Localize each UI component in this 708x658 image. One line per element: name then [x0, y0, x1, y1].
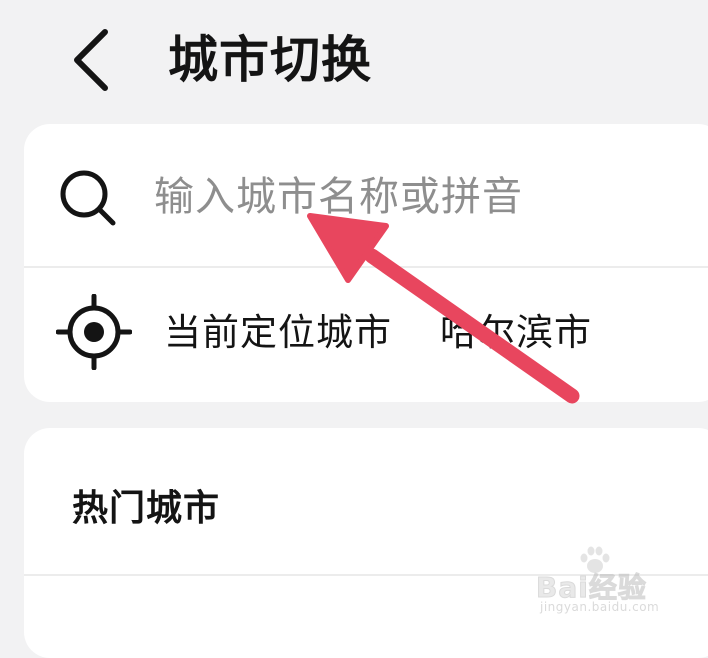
watermark-url: jingyan.baidu.com — [540, 600, 660, 614]
current-location-label: 当前定位城市 — [164, 311, 392, 354]
chevron-left-icon — [74, 29, 108, 91]
page-title: 城市切换 — [168, 31, 372, 89]
hot-cities-card: 热门城市 — [24, 428, 708, 658]
locate-icon — [56, 294, 132, 370]
watermark: Bai经验 jingyan.baidu.com — [536, 546, 686, 618]
back-button[interactable] — [62, 28, 122, 92]
search-input[interactable] — [154, 162, 694, 232]
search-bar[interactable] — [24, 124, 708, 266]
search-icon — [60, 170, 116, 226]
search-location-card: 当前定位城市 哈尔滨市 — [24, 124, 708, 402]
current-location-city[interactable]: 哈尔滨市 — [440, 308, 592, 358]
hot-cities-title: 热门城市 — [72, 488, 221, 529]
header: 城市切换 — [0, 0, 708, 118]
current-location-row[interactable]: 当前定位城市 哈尔滨市 — [24, 268, 708, 400]
